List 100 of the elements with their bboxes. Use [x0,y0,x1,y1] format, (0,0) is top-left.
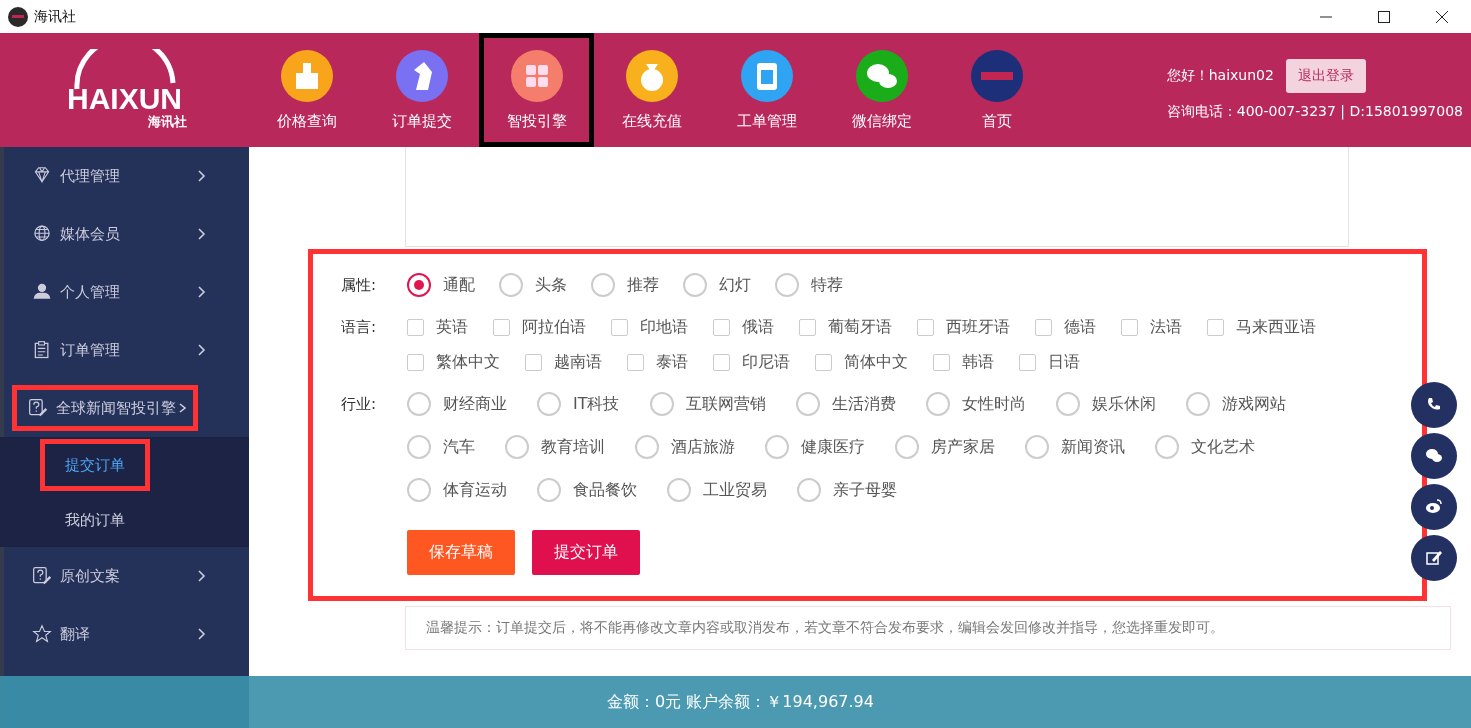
checkbox[interactable] [815,353,832,371]
option-label: 亲子母婴 [833,479,897,501]
edit-icon [1424,548,1444,568]
sidebar-item[interactable]: 翻译 [4,605,249,663]
nav-tab[interactable]: 价格查询 [249,33,364,147]
checkbox[interactable] [627,353,644,371]
checkbox[interactable] [933,353,950,371]
sidebar-item[interactable]: 订单管理 [4,321,249,379]
editor-area[interactable] [405,147,1349,247]
chevron-icon [177,403,189,413]
option-label: 财经商业 [443,393,507,415]
checkbox[interactable] [1121,318,1138,336]
contact-text: 咨询电话：400-007-3237 | D:15801997008 [1166,103,1463,121]
sidebar-item[interactable]: 原创文案 [4,547,249,605]
nav-tab[interactable]: 微信绑定 [824,33,939,147]
chevron-icon [196,570,206,582]
app-logo-icon [8,6,28,27]
checkbox[interactable] [1019,353,1036,371]
logout-button[interactable]: 退出登录 [1285,59,1366,93]
chevron-icon [196,170,206,182]
option-label: 葡萄牙语 [828,316,892,338]
option-label: 幻灯 [719,274,751,296]
clipboard-icon [740,49,793,102]
chevron-icon [196,344,206,356]
grid-icon [510,49,563,102]
option-label: 游戏网站 [1221,393,1286,415]
option-label: 生活消费 [831,393,896,415]
sidebar-item[interactable]: 个人管理 [4,263,249,321]
balance-text: 金额：0元 账户余额：￥194,967.94 [607,691,874,713]
nav-tab[interactable]: 智投引擎 [479,33,594,147]
option-label: 食品餐饮 [573,479,637,501]
submit-order-button[interactable]: 提交订单 [532,530,640,575]
option-label: 印尼语 [742,351,790,373]
option-label: 简体中文 [844,351,908,373]
option-label: 体育运动 [443,479,507,501]
sidebar-item[interactable]: 全球新闻智投引擎 [4,379,249,437]
option-label: 西班牙语 [946,316,1010,338]
help-document-icon [32,566,52,586]
option-label: 法语 [1150,316,1182,338]
chevron-icon [196,228,206,240]
chat-icon [855,49,908,102]
nav-tab[interactable]: 首页 [939,33,1054,147]
option-label: 俄语 [742,316,774,338]
option-label: 汽车 [443,436,475,458]
nav-tab[interactable]: 订单提交 [364,33,479,147]
close-icon [1436,10,1448,23]
option-label: 英语 [436,316,468,338]
hint-text: 温馨提示：订单提交后，将不能再修改文章内容或取消发布，若文章不符合发布要求，编辑会发回修改并指导，您选择重发即可。 [405,606,1451,650]
checkbox[interactable] [1035,318,1052,336]
window-title: 海讯社 [34,7,76,26]
checkbox[interactable] [493,318,510,336]
option-label: 德语 [1064,316,1096,338]
option-label: 阿拉伯语 [522,316,586,338]
feedback-button[interactable] [1411,535,1457,581]
chat-button[interactable] [1411,433,1457,479]
option-label: 女性时尚 [961,393,1026,415]
option-label: 繁体中文 [436,351,500,373]
sidebar-item[interactable]: 媒体会员 [4,205,249,263]
checkbox[interactable] [407,318,424,336]
logo-text: 海讯社 [147,113,187,131]
submenu-item[interactable]: 我的订单 [65,509,125,530]
nav-tab[interactable]: 工单管理 [709,33,824,147]
checkbox[interactable] [1207,318,1224,336]
option-label: IT科技 [573,393,620,415]
option-label: 泰语 [656,351,688,373]
greeting-text: 您好！haixun02 [1166,67,1274,85]
option-label: 互联网营销 [685,393,766,415]
save-draft-button[interactable]: 保存草稿 [407,530,515,575]
logo-icon [970,49,1023,102]
weibo-button[interactable] [1411,484,1457,530]
option-label: 娱乐休闲 [1091,393,1156,415]
checkbox[interactable] [407,353,424,371]
option-label: 通配 [443,274,475,296]
checkbox[interactable] [611,318,628,336]
phone-button[interactable] [1411,382,1457,428]
maximize-icon [1378,10,1390,23]
option-label: 健康医疗 [801,436,865,458]
radio-button[interactable] [407,273,431,297]
option-label: 文化艺术 [1191,436,1255,458]
option-label: 马来西亚语 [1236,316,1316,338]
submenu-item[interactable]: 提交订单 [40,438,150,491]
field-label: 行业: [341,394,378,415]
nav-tab[interactable]: 在线充值 [594,33,709,147]
checkbox[interactable] [525,353,542,371]
option-label: 教育培训 [541,436,605,458]
checkbox[interactable] [917,318,934,336]
option-label: 特荐 [811,274,843,296]
sidebar-item[interactable]: 代理管理 [4,147,249,205]
logo-wordmark: HAIXUN [67,83,182,115]
checkbox[interactable] [713,318,730,336]
globe-icon [32,224,52,244]
checkbox[interactable] [713,353,730,371]
option-label: 日语 [1048,351,1080,373]
money-bag-icon [625,49,678,102]
checkbox[interactable] [799,318,816,336]
option-label: 头条 [535,274,567,296]
chevron-icon [196,286,206,298]
option-label: 房产家居 [931,436,995,458]
chevron-icon [196,628,206,640]
option-label: 酒店旅游 [671,436,735,458]
